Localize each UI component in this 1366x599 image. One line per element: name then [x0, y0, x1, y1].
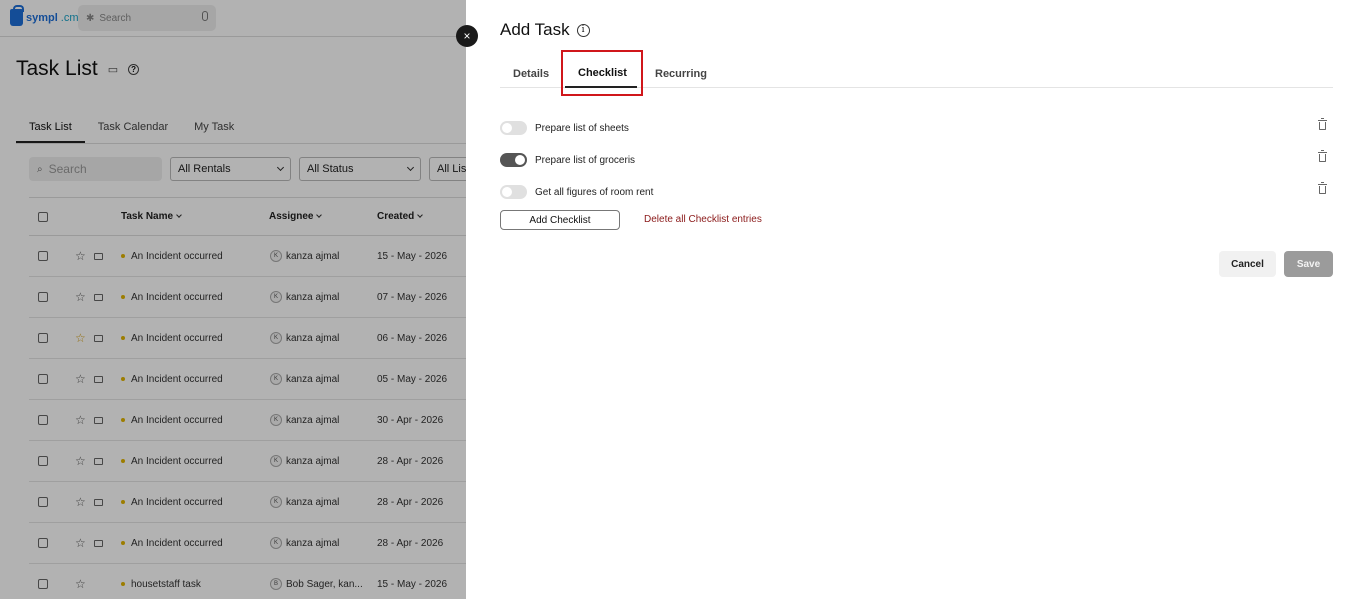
checklist-item: Prepare list of groceris	[500, 144, 1333, 176]
add-checklist-button[interactable]: Add Checklist	[500, 210, 620, 230]
cancel-button[interactable]: Cancel	[1219, 251, 1276, 277]
drawer-title: Add Task i	[500, 20, 590, 40]
checklist-item-label[interactable]: Prepare list of sheets	[535, 123, 629, 134]
checklist-toggle[interactable]	[500, 185, 527, 199]
checklist-item-label[interactable]: Prepare list of groceris	[535, 155, 635, 166]
tab-recurring[interactable]: Recurring	[655, 68, 707, 80]
tab-details[interactable]: Details	[513, 68, 549, 80]
highlight-box	[561, 50, 643, 96]
checklist-toggle[interactable]	[500, 153, 527, 167]
drawer-title-text: Add Task	[500, 20, 570, 39]
trash-icon[interactable]	[1318, 150, 1327, 162]
checklist-toggle[interactable]	[500, 121, 527, 135]
checklist: Prepare list of sheets Prepare list of gr…	[500, 112, 1333, 208]
checklist-item-label[interactable]: Get all figures of room rent	[535, 187, 653, 198]
save-button[interactable]: Save	[1284, 251, 1333, 277]
modal-backdrop[interactable]	[0, 0, 466, 599]
trash-icon[interactable]	[1318, 118, 1327, 130]
checklist-item: Prepare list of sheets	[500, 112, 1333, 144]
close-drawer-button[interactable]: ×	[456, 25, 478, 47]
delete-all-checklist-link[interactable]: Delete all Checklist entries	[644, 214, 762, 225]
checklist-item: Get all figures of room rent	[500, 176, 1333, 208]
add-task-drawer: Add Task i Details Checklist Recurring P…	[466, 0, 1366, 599]
info-icon[interactable]: i	[576, 23, 590, 37]
trash-icon[interactable]	[1318, 182, 1327, 194]
